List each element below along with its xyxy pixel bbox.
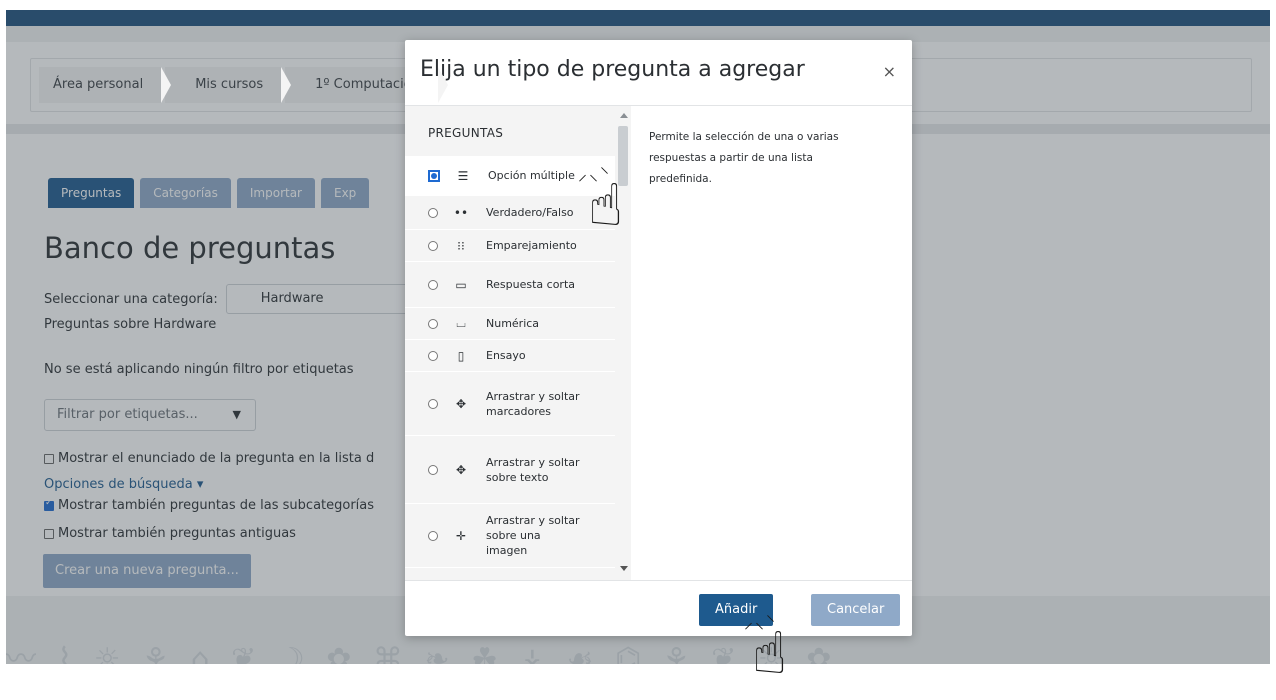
question-type-item-ddimageortext[interactable]: ✛ Arrastrar y soltar sobre una imagen (405, 504, 615, 568)
drag-markers-icon: ✥ (455, 396, 467, 411)
question-type-description: Permite la selección de una o varias res… (649, 131, 839, 185)
pointing-hand-icon: ☝ (752, 619, 788, 687)
radio-selected[interactable] (428, 169, 440, 182)
drag-image-icon: ✛ (455, 528, 467, 543)
dialog-footer: Añadir Cancelar (405, 580, 912, 636)
radio[interactable] (428, 279, 438, 290)
numeric-icon: ⌴ (456, 316, 466, 330)
question-type-label: Emparejamiento (486, 239, 577, 252)
radio[interactable] (428, 464, 438, 475)
question-type-dialog: Elija un tipo de pregunta a agregar × PR… (405, 40, 912, 636)
list-icon: ☰ (457, 168, 469, 183)
question-type-label: Opción múltiple (488, 169, 575, 182)
radio[interactable] (428, 318, 438, 329)
pointing-hand-icon: ☝ (588, 171, 624, 239)
question-type-label: Numérica (486, 317, 540, 330)
drag-text-icon: ✥ (455, 462, 467, 477)
document-icon: ▯ (457, 348, 465, 363)
question-type-label: Arrastrar y soltar sobre una imagen (486, 514, 580, 557)
grid-icon: ⁝⁝ (457, 238, 465, 253)
question-type-item-shortanswer[interactable]: ▭ Respuesta corta (405, 262, 615, 308)
radio[interactable] (428, 350, 438, 361)
dialog-title: Elija un tipo de pregunta a agregar (420, 57, 805, 82)
question-type-items: ☰ Opción múltiple •• Verdadero/Falso ⁝⁝ … (405, 156, 615, 568)
question-type-label: Ensayo (486, 349, 526, 362)
dialog-header: Elija un tipo de pregunta a agregar × (405, 40, 912, 106)
question-type-label: Verdadero/Falso (486, 206, 574, 219)
cancel-button[interactable]: Cancelar (811, 594, 901, 626)
question-type-item-numerical[interactable]: ⌴ Numérica (405, 308, 615, 340)
radio[interactable] (428, 240, 438, 251)
question-type-item-ddwtos[interactable]: ✥ Arrastrar y soltar sobre texto (405, 436, 615, 504)
scroll-up-arrow-icon[interactable] (620, 113, 628, 118)
question-type-item-ddmarker[interactable]: ✥ Arrastrar y soltar marcadores (405, 372, 615, 436)
list-header: PREGUNTAS (428, 126, 504, 140)
textbox-icon: ▭ (455, 277, 467, 292)
radio[interactable] (428, 398, 438, 409)
scroll-down-arrow-icon[interactable] (620, 566, 628, 571)
page: Área personal Mis cursos 1º Computación … (0, 0, 1276, 700)
radio[interactable] (428, 530, 438, 541)
two-dots-icon: •• (453, 205, 469, 220)
question-type-label: Respuesta corta (486, 278, 576, 291)
radio[interactable] (428, 207, 438, 218)
question-type-label: Arrastrar y soltar marcadores (486, 389, 580, 418)
question-type-item-truefalse[interactable]: •• Verdadero/Falso (405, 196, 615, 230)
question-type-item-essay[interactable]: ▯ Ensayo (405, 340, 615, 372)
question-type-item-match[interactable]: ⁝⁝ Emparejamiento (405, 230, 615, 262)
close-icon[interactable]: × (883, 62, 896, 81)
question-type-label: Arrastrar y soltar sobre texto (486, 455, 580, 484)
